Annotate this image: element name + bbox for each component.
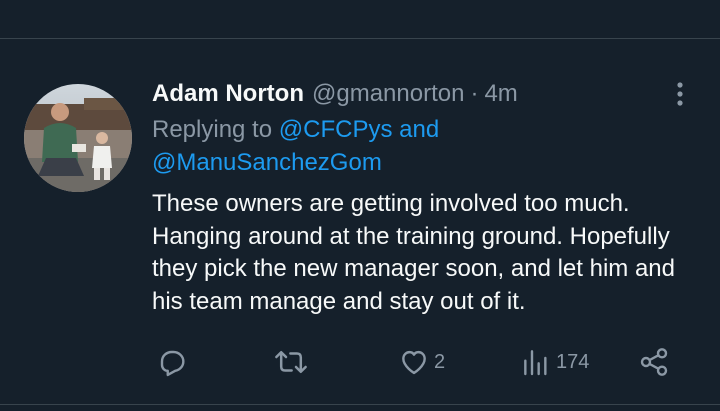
tweet-text-line: These owners are getting involved too mu… (152, 190, 630, 217)
reply-icon (160, 350, 185, 377)
views-icon (524, 350, 547, 376)
avatar-photo (24, 84, 132, 192)
like-count: 2 (434, 350, 446, 373)
mention-link[interactable]: @CFCPys (279, 116, 393, 143)
replying-to: Replying to @CFCPys and (152, 114, 439, 146)
divider-bottom (0, 404, 720, 405)
and-connector: and (399, 116, 440, 143)
tweet-text-line: they pick the new manager soon, and let … (152, 255, 675, 282)
avatar[interactable] (24, 84, 132, 192)
separator-dot: · (470, 80, 479, 107)
user-handle[interactable]: @gmannorton (312, 78, 464, 110)
timestamp[interactable]: 4m (484, 78, 517, 110)
replying-prefix: Replying to (152, 116, 273, 143)
tweet-text-line: Hanging around at the training ground. H… (152, 222, 670, 250)
action-bar: 2 174 (0, 340, 720, 384)
more-options-button[interactable] (664, 78, 696, 110)
share-icon (640, 348, 668, 376)
replying-to-line-2: @ManuSanchezGom (152, 147, 382, 179)
display-name[interactable]: Adam Norton (152, 78, 304, 110)
retweet-button[interactable] (274, 344, 308, 380)
tweet-text-line: his team manage and stay out of it. (152, 287, 526, 315)
like-button[interactable]: 2 (398, 344, 445, 380)
tweet-header: Adam Norton @gmannorton · 4m (152, 78, 518, 110)
views-button[interactable]: 174 (520, 344, 589, 380)
mention-link[interactable]: @ManuSanchezGom (152, 149, 382, 176)
heart-icon (402, 350, 426, 375)
views-count: 174 (556, 350, 590, 373)
retweet-icon (275, 350, 307, 374)
more-vertical-icon (677, 82, 683, 106)
reply-button[interactable] (156, 344, 188, 380)
share-button[interactable] (638, 344, 670, 380)
tweet-text: These owners are getting involved too mu… (152, 188, 712, 318)
divider-top (0, 38, 720, 39)
